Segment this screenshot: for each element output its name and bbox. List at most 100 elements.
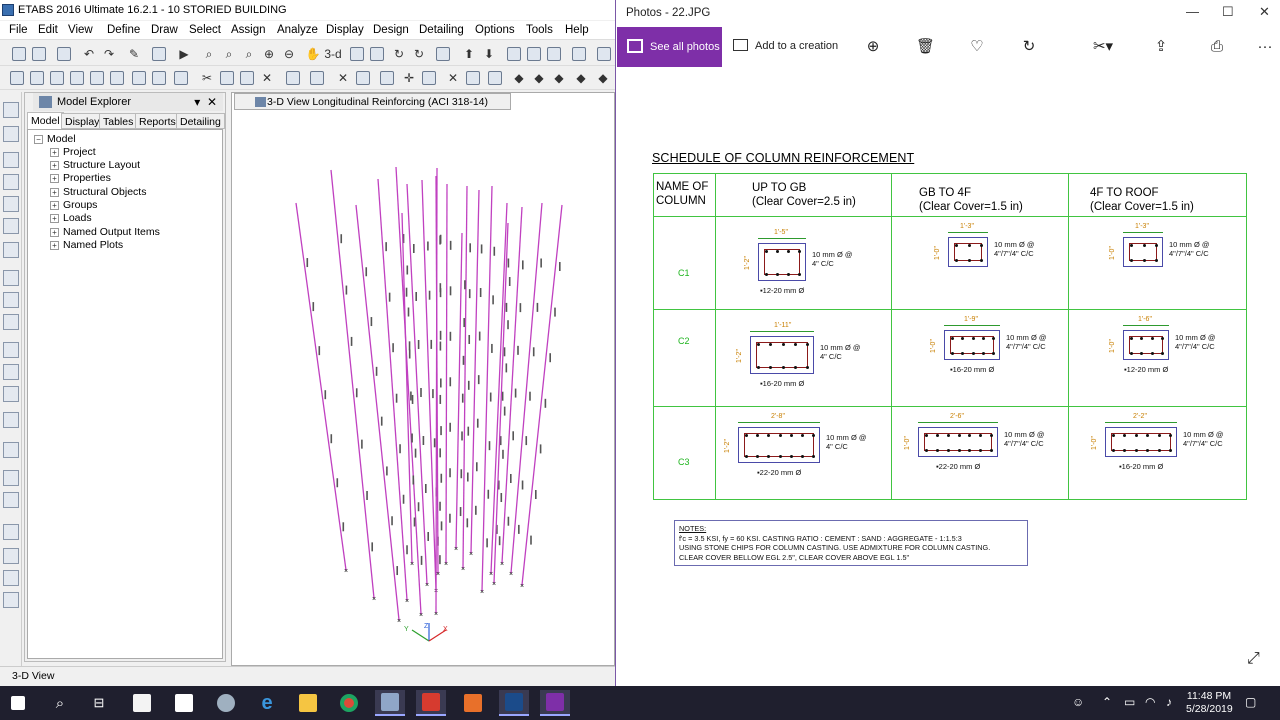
expand-icon[interactable]: +	[50, 173, 59, 183]
tree-node-model[interactable]: − Model	[34, 133, 76, 145]
tab-display[interactable]: Display	[61, 113, 104, 129]
taskbar-clock[interactable]: 11:48 PM 5/28/2019	[1186, 690, 1233, 716]
pointer-icon[interactable]	[3, 102, 19, 118]
redo-icon[interactable]: ↷	[100, 45, 118, 63]
move-down-icon[interactable]: ⬇	[480, 45, 498, 63]
column-line[interactable]	[455, 232, 463, 549]
people-icon[interactable]: ☺	[1072, 695, 1084, 709]
zoom-in-icon[interactable]: ⊕	[260, 45, 278, 63]
column-line[interactable]	[521, 204, 563, 586]
grid-select-icon[interactable]	[3, 442, 19, 458]
previous-select-icon[interactable]	[3, 548, 19, 564]
menu-file[interactable]: File	[9, 24, 28, 36]
zoom-out-icon[interactable]: ⊖	[280, 45, 298, 63]
diamond-2-icon[interactable]: ◆	[530, 69, 548, 87]
diamond-icon[interactable]: ◆	[510, 69, 528, 87]
assign-2-icon[interactable]	[150, 69, 168, 87]
save-icon[interactable]	[55, 45, 73, 63]
view-plan-icon[interactable]	[348, 45, 366, 63]
app-orange-button[interactable]	[458, 690, 488, 716]
print-icon[interactable]: ⎙	[1208, 38, 1226, 56]
battery-icon[interactable]: ▭	[1124, 695, 1135, 709]
zoom-window-icon[interactable]: ⌕	[200, 45, 218, 63]
draw-wall-icon[interactable]	[88, 69, 106, 87]
edge-button[interactable]: e	[252, 690, 282, 716]
tree-node-structural-objects[interactable]: + Structural Objects	[50, 186, 146, 198]
reshape-icon[interactable]	[3, 126, 19, 142]
column-line[interactable]	[295, 202, 347, 571]
rotate-icon[interactable]: ↻	[390, 45, 408, 63]
paste-icon[interactable]	[238, 69, 256, 87]
menu-draw[interactable]: Draw	[151, 24, 178, 36]
menu-view[interactable]: View	[68, 24, 93, 36]
tree-node-project[interactable]: + Project	[50, 146, 96, 158]
wall-draw-icon[interactable]	[3, 270, 19, 286]
column-line[interactable]	[330, 169, 375, 599]
grid-lines-icon[interactable]	[308, 69, 326, 87]
rotate-icon[interactable]: ↻	[1020, 38, 1038, 56]
diamond-4-icon[interactable]: ◆	[572, 69, 590, 87]
photos-taskbar-button[interactable]	[540, 690, 570, 716]
menu-select[interactable]: Select	[189, 24, 221, 36]
maximize-icon[interactable]: ☐	[1222, 4, 1234, 20]
intersect-icon[interactable]: ✕	[334, 69, 352, 87]
tab-model[interactable]: Model	[27, 112, 64, 129]
edit-icon[interactable]	[486, 69, 504, 87]
tree-node-groups[interactable]: + Groups	[50, 199, 97, 211]
chrome-button[interactable]	[334, 690, 364, 716]
expand-icon[interactable]: +	[50, 213, 59, 223]
volume-icon[interactable]: ♪	[1166, 695, 1172, 709]
tool-icon[interactable]	[172, 69, 190, 87]
refresh-icon[interactable]: ↻	[410, 45, 428, 63]
check-icon[interactable]	[525, 45, 543, 63]
search-button[interactable]: ⌕	[45, 690, 75, 716]
app-button[interactable]	[211, 690, 241, 716]
expand-icon[interactable]: +	[50, 227, 59, 237]
quad-draw-icon[interactable]	[3, 196, 19, 212]
menu-define[interactable]: Define	[107, 24, 140, 36]
delete-icon[interactable]: 🗑	[916, 38, 935, 56]
wifi-icon[interactable]: ◠	[1145, 695, 1155, 709]
pan-icon[interactable]: ✋	[304, 45, 322, 63]
more-icon[interactable]: ···	[1256, 38, 1274, 56]
share-icon[interactable]: ⇪	[1152, 38, 1170, 56]
column-line[interactable]	[445, 183, 448, 564]
area-draw-icon[interactable]	[3, 218, 19, 234]
merge-icon[interactable]: ✕	[444, 69, 462, 87]
task-view-button[interactable]: ⊟	[84, 690, 114, 716]
close-icon[interactable]: ✕	[1259, 4, 1270, 20]
edit-create-icon[interactable]: ✂▾	[1090, 38, 1116, 56]
menu-analyze[interactable]: Analyze	[277, 24, 318, 36]
tree-node-loads[interactable]: + Loads	[50, 212, 92, 224]
tendon-icon[interactable]	[3, 364, 19, 380]
zoom-restore-icon[interactable]: ⌕	[220, 45, 238, 63]
rect-draw-icon[interactable]	[3, 174, 19, 190]
draw-brace-icon[interactable]	[48, 69, 66, 87]
tree-node-named-output-items[interactable]: + Named Output Items	[50, 226, 160, 238]
restraint-icon[interactable]	[284, 69, 302, 87]
open-icon[interactable]	[30, 45, 48, 63]
move-up-icon[interactable]: ⬆	[460, 45, 478, 63]
expand-icon[interactable]: +	[50, 160, 59, 170]
menu-design[interactable]: Design	[373, 24, 409, 36]
move-icon[interactable]: ✛	[400, 69, 418, 87]
collapse-icon[interactable]: −	[34, 134, 43, 144]
divide-icon[interactable]	[464, 69, 482, 87]
align-icon[interactable]	[378, 69, 396, 87]
column-line[interactable]	[355, 204, 400, 621]
menu-display[interactable]: Display	[326, 24, 364, 36]
diamond-3-icon[interactable]: ◆	[550, 69, 568, 87]
replicate-icon[interactable]	[420, 69, 438, 87]
zoom-all-icon[interactable]: ⌕	[240, 45, 258, 63]
delete-icon[interactable]: ✕	[258, 69, 276, 87]
wave-icon[interactable]	[3, 492, 19, 508]
store-button[interactable]	[127, 690, 157, 716]
tree-node-named-plots[interactable]: + Named Plots	[50, 239, 123, 251]
column-line[interactable]	[470, 189, 480, 554]
extrude-icon[interactable]	[354, 69, 372, 87]
expand-icon[interactable]: +	[50, 147, 59, 157]
draw-joint-icon[interactable]	[8, 69, 26, 87]
expand-icon[interactable]: +	[50, 187, 59, 197]
copy-icon[interactable]	[218, 69, 236, 87]
menu-edit[interactable]: Edit	[38, 24, 58, 36]
